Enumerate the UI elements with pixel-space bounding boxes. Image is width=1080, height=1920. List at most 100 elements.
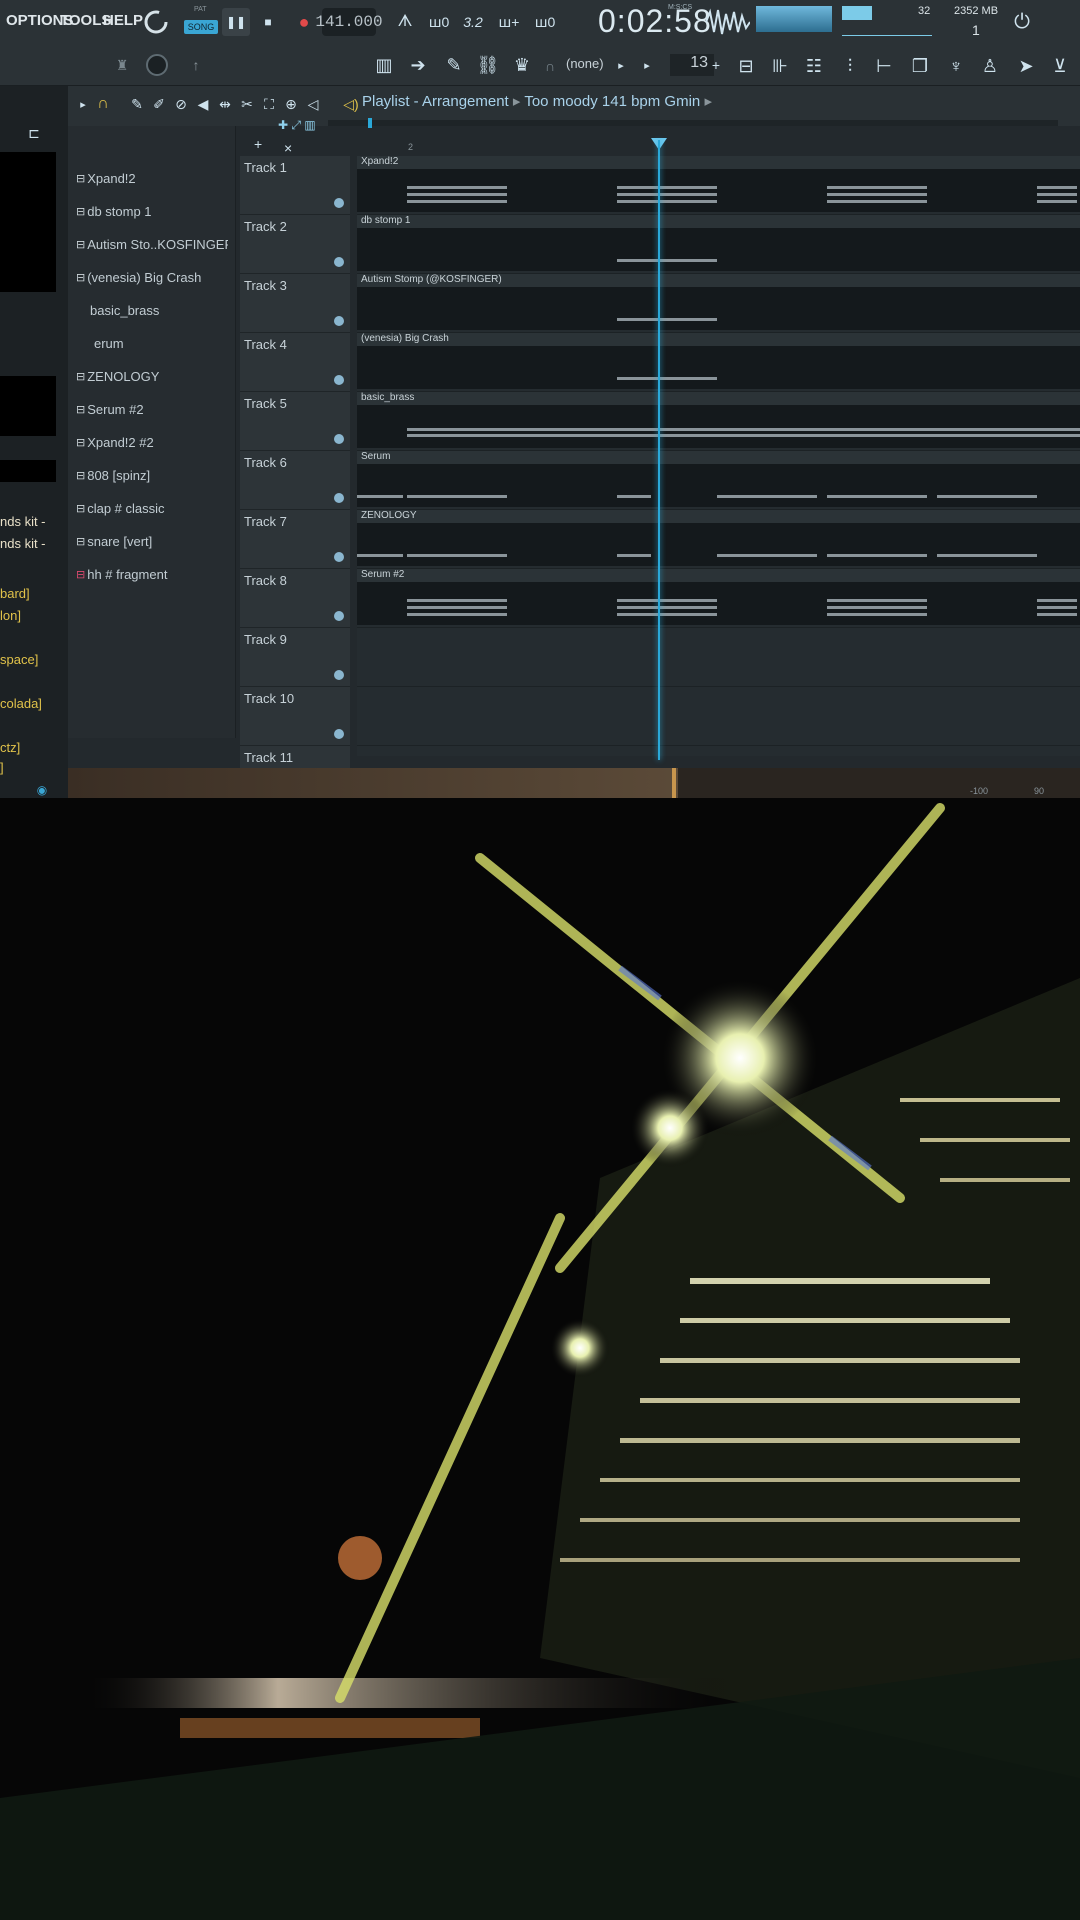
- channel-row[interactable]: ⊟ Xpand!2 #2: [76, 428, 228, 456]
- pattern-clip[interactable]: Serum #2: [357, 569, 1080, 625]
- track-active-icon[interactable]: [334, 552, 344, 562]
- channel-row[interactable]: ⊟ hh # fragment: [76, 560, 228, 588]
- song-time[interactable]: 0:02:58: [598, 3, 712, 40]
- track-lane[interactable]: [357, 628, 1080, 687]
- pattern-clip[interactable]: Autism Stomp (@KOSFINGER): [357, 274, 1080, 330]
- track-lane[interactable]: [357, 687, 1080, 746]
- browser-item[interactable]: bard]: [0, 586, 30, 601]
- timeline-scrollbar[interactable]: [328, 120, 1058, 126]
- loop-record-icon[interactable]: ꟺ0: [532, 10, 558, 34]
- master-volume-knob-icon[interactable]: [142, 8, 170, 36]
- stop-icon[interactable]: ■: [254, 8, 282, 36]
- tempo-display[interactable]: 141.000: [315, 8, 383, 36]
- browser-item[interactable]: space]: [0, 652, 38, 667]
- copy-icon[interactable]: ❐: [906, 52, 934, 80]
- step-arrow-icon[interactable]: ▸: [640, 54, 654, 76]
- track-active-icon[interactable]: [334, 493, 344, 503]
- track-header[interactable]: Track 10: [240, 687, 350, 746]
- step-edit-icon[interactable]: ꟺ+: [496, 10, 522, 34]
- pitch-knob-icon[interactable]: [142, 50, 172, 80]
- piano-roll-icon[interactable]: ⊪: [766, 52, 794, 80]
- channel-row[interactable]: ⊟ 808 [spinz]: [76, 461, 228, 489]
- channel-row[interactable]: ⊟ clap # classic: [76, 494, 228, 522]
- track-header[interactable]: Track 2: [240, 215, 350, 274]
- draw-tool-icon[interactable]: ✎: [128, 92, 146, 116]
- add-track-icon[interactable]: +: [254, 136, 262, 152]
- remove-track-icon[interactable]: ×: [284, 140, 292, 156]
- record-icon[interactable]: ●: [290, 8, 318, 36]
- track-header[interactable]: Track 4: [240, 333, 350, 392]
- mixer-icon[interactable]: ♜: [112, 54, 132, 76]
- pattern-clip[interactable]: ZENOLOGY: [357, 510, 1080, 566]
- pencil-icon[interactable]: ✎: [440, 52, 468, 78]
- browser-settings-icon[interactable]: ◉: [34, 782, 50, 798]
- channel-row[interactable]: ⊟ snare [vert]: [76, 527, 228, 555]
- snap-select[interactable]: (none): [566, 56, 604, 71]
- magnet-icon[interactable]: ∩: [540, 54, 560, 78]
- mixer-view-icon[interactable]: ⫶: [836, 52, 864, 80]
- track-header[interactable]: Track 7: [240, 510, 350, 569]
- playlist-menu-arrow-icon[interactable]: ▸: [76, 94, 90, 114]
- timeline-thumb[interactable]: [368, 118, 372, 128]
- channel-row[interactable]: basic_brass: [76, 296, 228, 324]
- playlist-grid[interactable]: Xpand!2 db stomp 1 Autism Stomp (@KOSFINGE…: [357, 156, 1080, 756]
- pattern-clip[interactable]: basic_brass: [357, 392, 1080, 448]
- channel-row[interactable]: ⊟ Xpand!2: [76, 164, 228, 192]
- browser-item[interactable]: lon]: [0, 608, 21, 623]
- playlist-magnet-icon[interactable]: ∩: [94, 92, 112, 116]
- track-active-icon[interactable]: [334, 198, 344, 208]
- track-active-icon[interactable]: [334, 611, 344, 621]
- track-active-icon[interactable]: [334, 375, 344, 385]
- channel-row[interactable]: ⊟ (venesia) Big Crash: [76, 263, 228, 291]
- stamp-icon[interactable]: ♛: [508, 52, 536, 78]
- piano-icon[interactable]: ▥: [370, 52, 398, 78]
- playback-tool-icon[interactable]: ◁: [304, 92, 322, 116]
- track-lane[interactable]: [357, 746, 1080, 756]
- cart-icon[interactable]: ⊻: [1046, 52, 1074, 80]
- playlist-icon[interactable]: ⊟: [732, 52, 760, 80]
- track-active-icon[interactable]: [334, 729, 344, 739]
- channel-row[interactable]: ⊟ ZENOLOGY: [76, 362, 228, 390]
- track-header[interactable]: Track 9: [240, 628, 350, 687]
- zoom-tool-icon[interactable]: ⊕: [282, 92, 300, 116]
- channel-rack-icon[interactable]: ☷: [800, 52, 828, 80]
- paint-tool-icon[interactable]: ✐: [150, 92, 168, 116]
- pattern-clip[interactable]: (venesia) Big Crash: [357, 333, 1080, 389]
- share-icon[interactable]: ➤: [1012, 52, 1040, 80]
- browser-item[interactable]: nds kit -: [0, 514, 46, 529]
- track-active-icon[interactable]: [334, 670, 344, 680]
- channel-row[interactable]: ⊟ Autism Sto..KOSFINGER): [76, 230, 228, 258]
- speaker-icon[interactable]: ◁): [340, 92, 362, 116]
- track-header[interactable]: Track 5: [240, 392, 350, 451]
- pattern-clip[interactable]: Xpand!2: [357, 156, 1080, 212]
- hint-icon[interactable]: ♙: [976, 52, 1004, 80]
- select-tool-icon[interactable]: ⛶: [260, 92, 278, 116]
- link-icon[interactable]: ⛓: [474, 52, 502, 78]
- slice-tool-icon[interactable]: ✂: [238, 92, 256, 116]
- channel-row[interactable]: erum: [76, 329, 228, 357]
- slip-tool-icon[interactable]: ⇹: [216, 92, 234, 116]
- track-active-icon[interactable]: [334, 316, 344, 326]
- position-slider[interactable]: [68, 768, 678, 798]
- metronome-icon[interactable]: ᗑ: [392, 10, 418, 34]
- mute-tool-icon[interactable]: ◀: [194, 92, 212, 116]
- channel-row[interactable]: ⊟ db stomp 1: [76, 197, 228, 225]
- countdown-icon[interactable]: 3.2: [460, 10, 486, 34]
- pat-song-toggle[interactable]: PAT SONG: [184, 6, 218, 38]
- snap-arrow-icon[interactable]: ▸: [614, 54, 628, 76]
- track-header[interactable]: Track 6: [240, 451, 350, 510]
- next-arrow-icon[interactable]: ➔: [404, 52, 432, 78]
- browser-item[interactable]: ]: [0, 760, 4, 775]
- browser-item[interactable]: ctz]: [0, 740, 20, 755]
- pattern-clip[interactable]: db stomp 1: [357, 215, 1080, 271]
- pattern-clip[interactable]: Serum: [357, 451, 1080, 507]
- browser-item[interactable]: nds kit -: [0, 536, 46, 551]
- playhead[interactable]: [658, 140, 660, 760]
- track-active-icon[interactable]: [334, 257, 344, 267]
- browser-item[interactable]: colada]: [0, 696, 42, 711]
- track-header[interactable]: Track 3: [240, 274, 350, 333]
- track-active-icon[interactable]: [334, 434, 344, 444]
- track-header[interactable]: Track 8: [240, 569, 350, 628]
- pitch-marker-icon[interactable]: ↑: [186, 54, 206, 76]
- plugin-icon[interactable]: ♆: [942, 52, 970, 80]
